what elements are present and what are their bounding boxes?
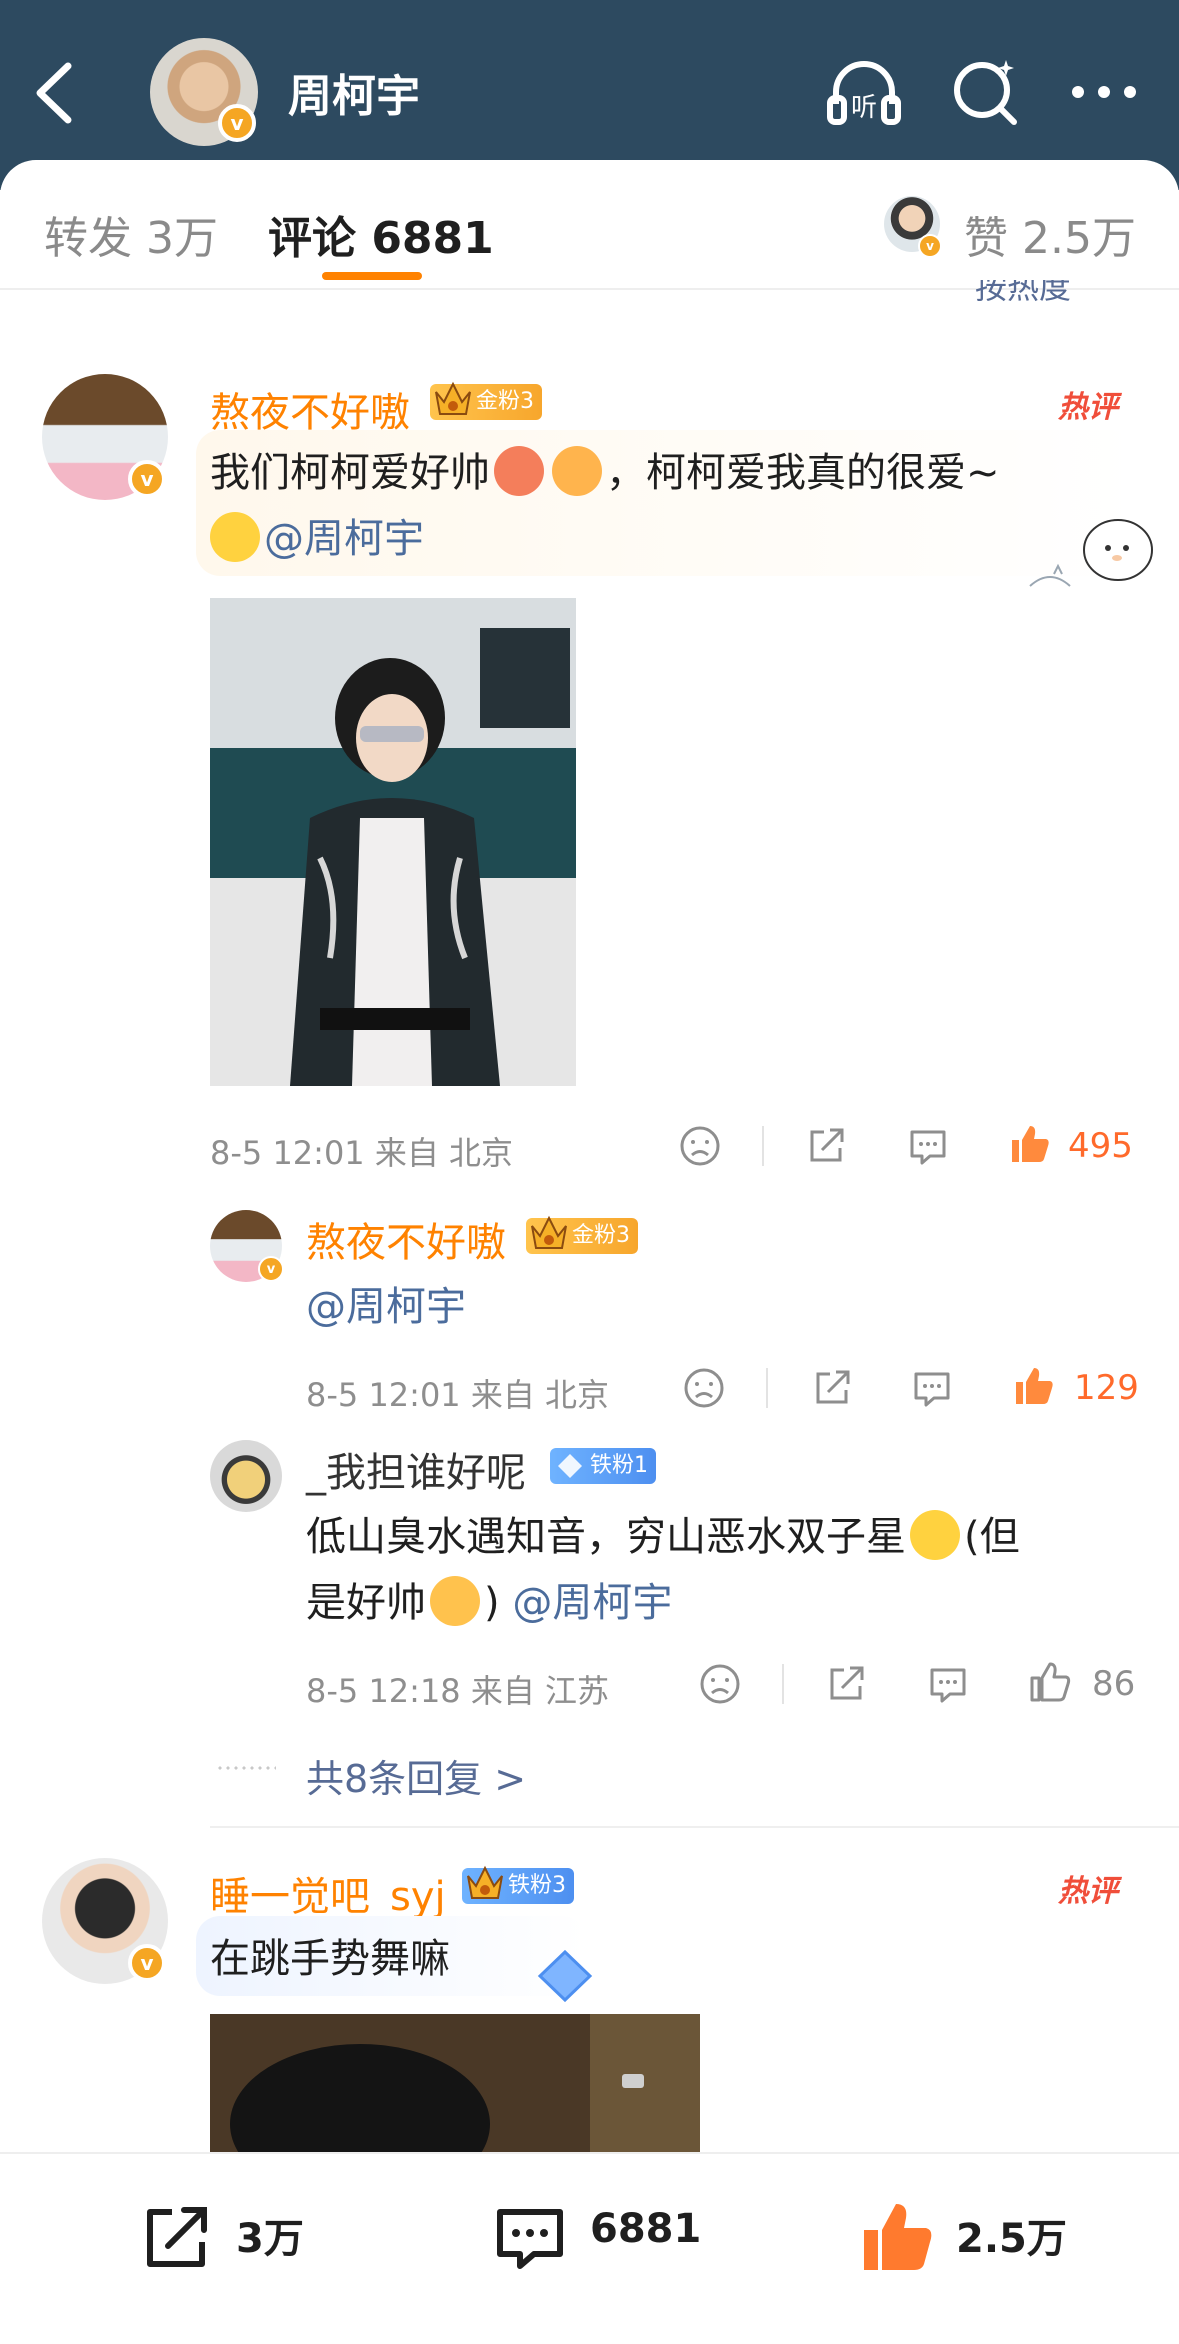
fan-badge: 铁粉3 (462, 1865, 574, 1904)
like-count: 129 (1074, 1368, 1139, 1408)
fan-badge: 金粉3 (430, 381, 542, 420)
hot-comment-badge: 热评 (1058, 1874, 1118, 1909)
dislike-icon[interactable] (682, 1366, 726, 1410)
dislike-icon[interactable] (678, 1124, 722, 1168)
grin-emoji-icon (910, 1510, 960, 1560)
mention-link[interactable]: @周柯宇 (512, 1580, 672, 1626)
reply-meta: 8-5 12:01 来自 北京 (306, 1376, 610, 1414)
reply-avatar[interactable] (210, 1440, 282, 1512)
photo-image (210, 2014, 700, 2154)
like-icon[interactable] (1012, 1364, 1056, 1408)
tab-like[interactable]: 赞 2.5万 (964, 202, 1136, 266)
tab-comment[interactable]: 评论 6881 (268, 202, 494, 266)
diamond-icon (558, 1454, 582, 1478)
verified-icon: v (128, 460, 166, 498)
more-replies-link[interactable]: 共8条回复 > (306, 1748, 526, 1803)
fan-badge-label: 金粉3 (476, 389, 534, 414)
page-title[interactable]: 周柯宇 (288, 60, 420, 124)
mention-link[interactable]: @周柯宇 (306, 1284, 466, 1330)
more-icon[interactable] (1064, 52, 1144, 132)
comment-icon[interactable] (490, 2198, 570, 2278)
mention-link[interactable]: @周柯宇 (264, 516, 424, 562)
like-icon[interactable] (1008, 1122, 1052, 1166)
reply-text: 低山臭水遇知音，穷山恶水双子星 (但 (306, 1504, 1126, 1570)
svg-text:听: 听 (851, 93, 877, 123)
dislike-icon[interactable] (698, 1662, 742, 1706)
comment-photo[interactable] (210, 598, 576, 1086)
back-icon[interactable] (30, 58, 80, 128)
bottom-action-bar: 3万 6881 2.5万 (0, 2152, 1179, 2344)
crown-icon (531, 1215, 567, 1249)
divider (782, 1664, 784, 1704)
like-count[interactable]: 2.5万 (956, 2206, 1067, 2264)
comment-text: 在跳手势舞嘛 (210, 1936, 450, 1982)
comment-text-line2: @周柯宇 (210, 506, 424, 572)
fan-badge-label: 铁粉1 (590, 1453, 648, 1478)
comment-username[interactable]: 睡一觉吧_syj (210, 1864, 446, 1922)
divider (762, 1126, 764, 1166)
verified-icon: v (218, 104, 256, 142)
comment-icon[interactable] (926, 1662, 970, 1706)
dots-divider (216, 1766, 276, 1770)
share-icon[interactable] (824, 1662, 868, 1706)
like-count: 86 (1092, 1664, 1136, 1704)
crown-icon (467, 1865, 503, 1899)
fan-badge: 金粉3 (526, 1215, 638, 1254)
search-icon[interactable] (946, 52, 1026, 132)
crown-icon (435, 381, 471, 415)
photo-image (210, 598, 576, 1086)
verified-icon: v (128, 1944, 166, 1982)
share-icon[interactable] (804, 1124, 848, 1168)
hot-comment-badge: 热评 (1058, 390, 1118, 425)
fan-badge: 铁粉1 (550, 1448, 656, 1484)
like-count: 495 (1068, 1126, 1133, 1166)
listen-icon[interactable]: 听 (824, 52, 904, 132)
comment-icon[interactable] (910, 1366, 954, 1410)
sort-by-hot[interactable]: 按热度 (975, 280, 1071, 310)
tab-repost[interactable]: 转发 3万 (44, 202, 218, 266)
fan-badge-label: 铁粉3 (508, 1873, 566, 1898)
like-icon[interactable] (858, 2198, 938, 2278)
repost-icon[interactable] (136, 2198, 216, 2278)
repost-count[interactable]: 3万 (236, 2206, 304, 2264)
reply-text: @周柯宇 (306, 1274, 466, 1340)
comment-icon[interactable] (906, 1124, 950, 1168)
fan-badge-label: 金粉3 (572, 1223, 630, 1248)
like-icon[interactable] (1028, 1660, 1072, 1704)
reply-username[interactable]: 熬夜不好嗷 (306, 1210, 506, 1268)
separator (210, 1826, 1179, 1828)
smile-emoji-icon (210, 512, 260, 562)
comment-meta: 8-5 12:01 来自 北京 (210, 1134, 514, 1172)
reply-username[interactable]: _我担谁好呢 (306, 1440, 526, 1498)
diamond-decoration (537, 1949, 593, 2003)
reply-meta: 8-5 12:18 来自 江苏 (306, 1672, 610, 1710)
hug-emoji-icon (552, 446, 602, 496)
tab-active-indicator (322, 272, 422, 280)
squid-emoji-icon (494, 446, 544, 496)
verified-icon: v (258, 1256, 284, 1282)
tab-bar: 转发 3万 评论 6881 v 赞 2.5万 (0, 160, 1179, 290)
sticker-decoration (1029, 519, 1153, 587)
comment-photo[interactable] (210, 2014, 700, 2154)
comment-text: 我们柯柯爱好帅 ，柯柯爱我真的很爱~ (210, 440, 1130, 506)
blush-emoji-icon (430, 1576, 480, 1626)
reply-text-line2: 是好帅) @周柯宇 (306, 1570, 672, 1636)
verified-icon: v (918, 234, 942, 258)
comment-count[interactable]: 6881 (590, 2206, 701, 2252)
share-icon[interactable] (810, 1366, 854, 1410)
divider (766, 1368, 768, 1408)
